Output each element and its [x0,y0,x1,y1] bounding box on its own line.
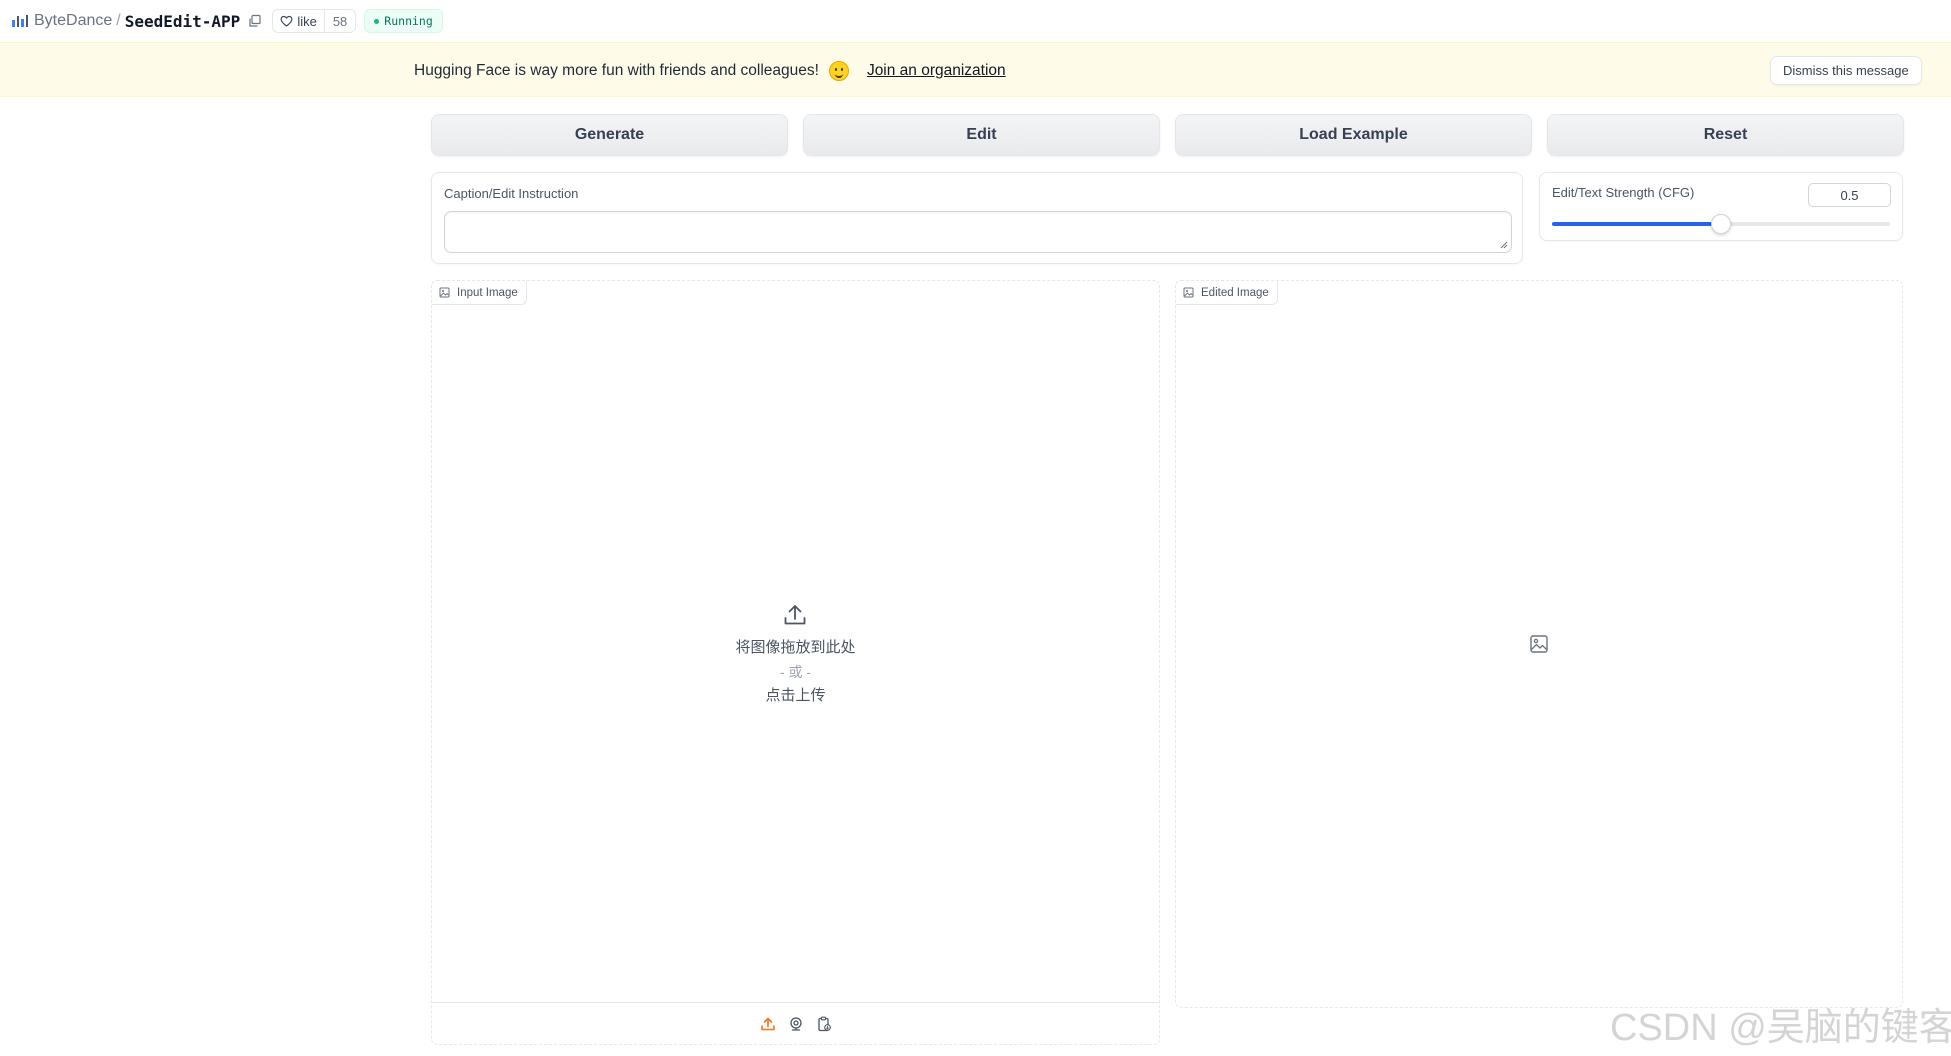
input-image-tag: Input Image [432,281,527,305]
cfg-slider-thumb[interactable] [1711,214,1731,234]
or-text: - 或 - [779,663,812,680]
cfg-panel: Edit/Text Strength (CFG) 0.5 [1539,172,1903,241]
caption-label: Caption/Edit Instruction [444,186,579,201]
like-widget: like 58 [272,9,357,33]
webcam-source-button[interactable] [787,1015,805,1033]
status-dot-icon [374,18,380,24]
org-link[interactable]: ByteDance [34,12,112,30]
cfg-slider-fill [1552,222,1721,226]
upload-dropzone[interactable]: 将图像拖放到此处 - 或 - 点击上传 [432,305,1159,1002]
caption-panel: Caption/Edit Instruction [431,172,1523,264]
clipboard-source-button[interactable] [815,1015,833,1033]
cfg-number-input[interactable]: 0.5 [1808,183,1891,207]
hugging-face-emoji-icon [828,61,849,81]
resize-grip-icon[interactable] [1500,241,1508,249]
status-text: Running [384,14,433,28]
input-image-block: Input Image 将图像拖放到此处 - 或 - 点击上传 [431,280,1160,1045]
click-upload-text[interactable]: 点击上传 [765,684,825,708]
copy-icon[interactable] [248,14,262,28]
upload-source-button[interactable] [759,1015,777,1033]
edited-image-block: Edited Image [1175,280,1903,1008]
edit-button[interactable]: Edit [803,114,1160,156]
image-icon [439,287,450,298]
heart-icon [280,15,293,27]
drop-text: 将图像拖放到此处 [735,638,856,656]
image-icon [1183,287,1194,298]
source-selector [432,1002,1159,1044]
repo-name[interactable]: SeedEdit-APP [125,12,241,31]
upload-icon [785,604,806,624]
load-example-button[interactable]: Load Example [1175,114,1532,156]
path-separator: / [116,12,121,29]
input-image-label: Input Image [457,286,518,299]
edited-image-label: Edited Image [1201,286,1269,299]
banner-text: Hugging Face is way more fun with friend… [414,62,819,79]
like-count[interactable]: 58 [325,10,355,32]
upload-icon [760,1017,775,1030]
status-badge: Running [364,9,443,33]
clipboard-icon [817,1016,831,1031]
image-placeholder-icon [1530,635,1548,653]
org-banner: Hugging Face is way more fun with friend… [0,42,1951,97]
cfg-label: Edit/Text Strength (CFG) [1552,185,1695,200]
space-bars-icon [12,15,28,27]
cfg-slider[interactable] [1552,214,1890,234]
edited-image-tag: Edited Image [1176,281,1278,305]
dismiss-button[interactable]: Dismiss this message [1770,56,1922,85]
webcam-icon [789,1016,802,1031]
like-button[interactable]: like [273,10,325,32]
caption-input[interactable] [444,211,1512,253]
like-label: like [297,13,317,29]
watermark: CSDN @吴脑的键客 [1610,1007,1951,1049]
space-header: ByteDance / SeedEdit-APP like 58 Running [0,0,1951,42]
banner-message: Hugging Face is way more fun with friend… [414,61,1006,81]
join-organization-link[interactable]: Join an organization [867,62,1006,80]
generate-button[interactable]: Generate [431,114,788,156]
reset-button[interactable]: Reset [1547,114,1904,156]
